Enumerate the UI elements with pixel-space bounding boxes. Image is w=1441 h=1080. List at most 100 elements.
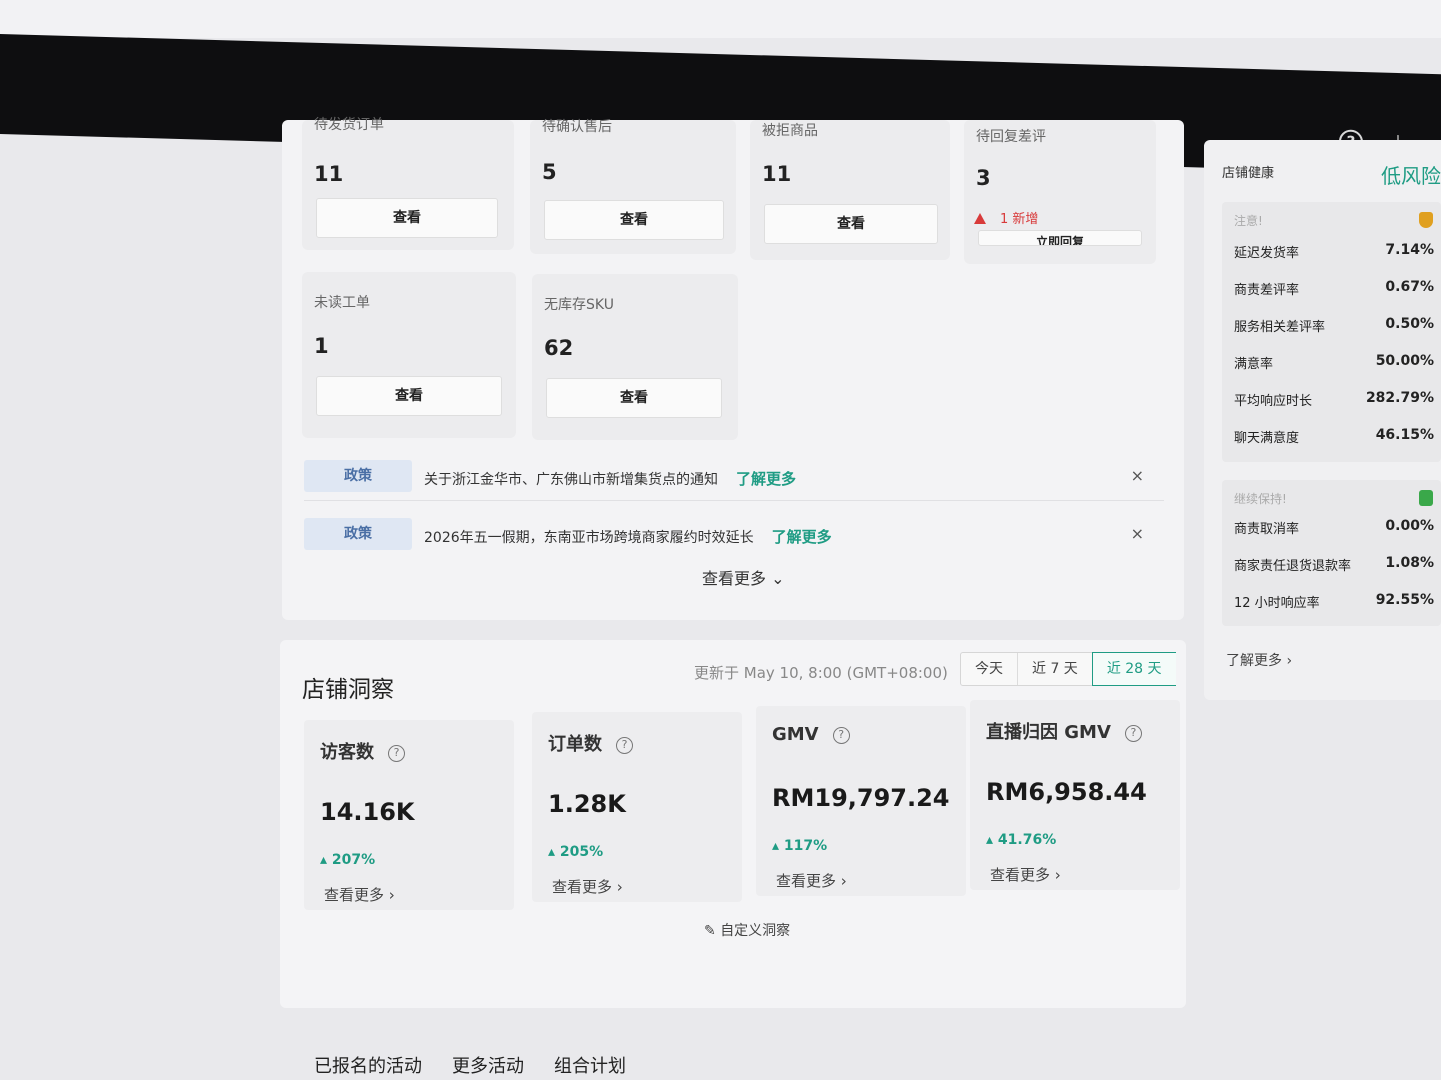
health-metric-row: 服务相关差评率 0.50% (1234, 316, 1434, 335)
todo-card-unread-tickets: 未读工单 1 查看 (302, 272, 516, 438)
keep-up-heading: 继续保持! (1234, 492, 1287, 506)
arrow-up-icon: ▴ (986, 832, 998, 848)
metric-value: RM19,797.24 (772, 784, 950, 812)
todo-view-button[interactable]: 查看 (544, 200, 724, 240)
tab-bundle-plans[interactable]: 组合计划 (554, 1052, 626, 1078)
todo-label: 待回复差评 (976, 129, 1046, 145)
health-metric-row: 平均响应时长 282.79% (1234, 390, 1434, 409)
health-metric-label: 商责取消率 (1234, 522, 1300, 537)
notice-tag: 政策 (304, 460, 412, 492)
risk-level-badge: 低风险 (1381, 164, 1441, 188)
metric-view-more-link[interactable]: 查看更多 › (552, 876, 623, 897)
todo-count: 11 (762, 162, 792, 186)
notices-view-more-button[interactable]: 查看更多 ⌄ (702, 565, 785, 589)
keep-up-group: 继续保持! 商责取消率 0.00% 商家责任退货退款率 1.08% 12 小时响应率… (1222, 480, 1441, 626)
health-metric-label: 商责差评率 (1234, 283, 1300, 298)
todo-count: 1 (314, 334, 329, 358)
metric-label-text: 订单数 (548, 734, 602, 755)
health-metric-row: 延迟发货率 7.14% (1234, 242, 1434, 261)
health-metric-row: 商责差评率 0.67% (1234, 279, 1434, 298)
todo-count: 62 (544, 336, 574, 360)
health-metric-row: 商责取消率 0.00% (1234, 518, 1434, 537)
todo-view-button[interactable]: 查看 (546, 378, 722, 418)
todo-panel: 待发货订单 11 查看 待确认售后 5 查看 被拒商品 11 查看 待回复差评 … (282, 117, 1184, 620)
arrow-up-icon: ▴ (320, 852, 332, 868)
help-circle-icon[interactable]: ? (1124, 725, 1142, 742)
help-circle-icon[interactable]: ? (616, 737, 633, 754)
tab-last-7-days[interactable]: 近 7 天 (1018, 653, 1093, 685)
notice-learn-more-link[interactable]: 了解更多 (736, 470, 796, 488)
metric-view-more-link[interactable]: 查看更多 › (324, 884, 395, 905)
metric-delta-value: 205% (559, 844, 604, 860)
metric-view-more-link[interactable]: 查看更多 › (776, 870, 847, 891)
campaign-tabs: 已报名的活动 更多活动 组合计划 (314, 1052, 626, 1078)
metric-card-live-gmv: 直播归因 GMV? RM6,958.44 ▴ 41.76% 查看更多 › (970, 700, 1180, 890)
metric-label: GMV? (772, 724, 850, 745)
todo-count: 5 (542, 160, 557, 184)
date-range-tabs: 今天 近 7 天 近 28 天 (960, 652, 1176, 686)
close-icon[interactable]: × (1131, 524, 1144, 543)
metric-card-gmv: GMV? RM19,797.24 ▴ 117% 查看更多 › (756, 706, 966, 896)
metric-value: 1.28K (548, 790, 626, 818)
metric-label: 订单数? (548, 730, 633, 756)
todo-label: 无库存SKU (544, 297, 614, 313)
chevron-right-icon: › (384, 886, 395, 904)
health-metric-row: 满意率 50.00% (1234, 353, 1434, 372)
todo-label: 未读工单 (314, 295, 370, 311)
metric-label-text: GMV (772, 724, 819, 745)
reply-now-button[interactable]: 立即回复 (978, 230, 1142, 246)
health-metric-row: 聊天满意度 46.15% (1234, 427, 1434, 446)
shop-health-panel: 店铺健康 低风险 注意! 延迟发货率 7.14% 商责差评率 0.67% 服务相关差… (1204, 140, 1441, 700)
help-circle-icon[interactable]: ? (388, 745, 405, 762)
close-icon[interactable]: × (1131, 466, 1144, 485)
health-metric-label: 平均响应时长 (1234, 394, 1313, 409)
todo-card-reply-negative-reviews: 待回复差评 3 1 新增 立即回复 (964, 120, 1156, 264)
health-metric-row: 商家责任退货退款率 1.08% (1234, 555, 1434, 574)
shop-health-title: 店铺健康 (1222, 166, 1275, 181)
notice-learn-more-link[interactable]: 了解更多 (772, 528, 832, 546)
view-more-text: 查看更多 (552, 878, 613, 896)
warning-triangle-icon (974, 213, 986, 224)
arrow-up-icon: ▴ (772, 838, 784, 854)
tab-registered-campaigns[interactable]: 已报名的活动 (314, 1052, 422, 1078)
health-metric-row: 12 小时响应率 92.55% (1234, 592, 1434, 611)
todo-card-pending-aftersale: 待确认售后 5 查看 (530, 119, 736, 254)
shop-health-learn-more-link[interactable]: 了解更多 › (1226, 650, 1292, 670)
custom-insights-label: 自定义洞察 (720, 923, 791, 939)
health-metric-value: 0.67% (1385, 279, 1434, 295)
todo-card-pending-shipment: 待发货订单 11 查看 (302, 117, 514, 250)
health-metric-label: 商家责任退货退款率 (1234, 559, 1352, 574)
metric-delta-value: 207% (331, 852, 376, 868)
insights-updated-time: 更新于 May 10, 8:00 (GMT+08:00) (694, 664, 948, 682)
warning-shield-icon (1419, 212, 1433, 228)
chevron-right-icon: › (1050, 866, 1061, 884)
notice-text-content: 2026年五一假期，东南亚市场跨境商家履约时效延长 (424, 530, 754, 546)
metric-delta: ▴ 117% (772, 838, 827, 854)
todo-view-button[interactable]: 查看 (316, 376, 502, 416)
health-metric-value: 7.14% (1385, 242, 1434, 258)
todo-view-button[interactable]: 查看 (316, 198, 498, 238)
todo-label: 待发货订单 (314, 117, 384, 133)
metric-label: 访客数? (320, 738, 405, 764)
metric-delta: ▴ 207% (320, 852, 375, 868)
health-metric-label: 满意率 (1234, 357, 1274, 372)
attention-group: 注意! 延迟发货率 7.14% 商责差评率 0.67% 服务相关差评率 0.50% 满… (1222, 202, 1441, 462)
todo-label: 待确认售后 (542, 119, 612, 135)
tab-last-28-days[interactable]: 近 28 天 (1091, 652, 1176, 686)
custom-insights-button[interactable]: ✎ 自定义洞察 (704, 920, 790, 940)
notice-row: 政策 2026年五一假期，东南亚市场跨境商家履约时效延长 了解更多 × (304, 518, 1164, 552)
view-more-text: 查看更多 (990, 866, 1051, 884)
tab-more-campaigns[interactable]: 更多活动 (452, 1052, 524, 1078)
chevron-down-icon: ⌄ (771, 569, 785, 588)
todo-card-rejected-products: 被拒商品 11 查看 (750, 120, 950, 260)
help-circle-icon[interactable]: ? (832, 727, 850, 744)
health-metric-value: 0.00% (1385, 518, 1434, 534)
metric-card-visitors: 访客数? 14.16K ▴ 207% 查看更多 › (304, 720, 514, 910)
tab-today[interactable]: 今天 (961, 653, 1018, 685)
health-metric-value: 282.79% (1365, 390, 1434, 406)
todo-view-button[interactable]: 查看 (764, 204, 938, 244)
notice-row: 政策 关于浙江金华市、广东佛山市新增集货点的通知 了解更多 × (304, 460, 1164, 494)
metric-view-more-link[interactable]: 查看更多 › (990, 864, 1061, 885)
attention-heading: 注意! (1234, 214, 1263, 228)
thumbs-up-icon (1419, 490, 1433, 506)
